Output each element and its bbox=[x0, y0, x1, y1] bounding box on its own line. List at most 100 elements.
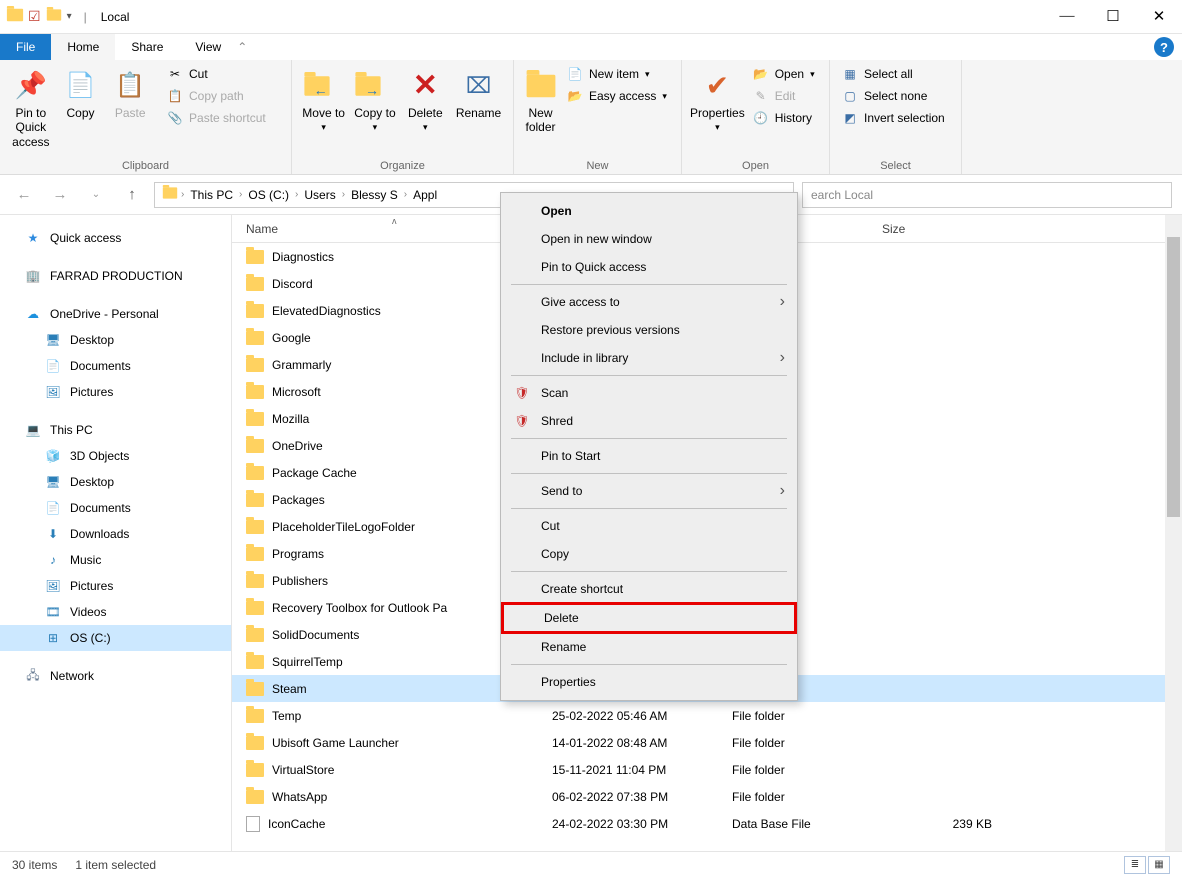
select-none-button[interactable]: ▢Select none bbox=[838, 86, 958, 106]
cm-cut[interactable]: Cut bbox=[501, 512, 797, 540]
crumb-user[interactable]: Blessy S bbox=[347, 186, 402, 204]
nav-forward-button[interactable]: → bbox=[46, 186, 74, 203]
nav-recent-dropdown[interactable]: ⌄ bbox=[82, 189, 110, 200]
nav-back-button[interactable]: ← bbox=[10, 186, 38, 203]
crumb-this-pc[interactable]: This PC bbox=[186, 186, 237, 204]
objects-icon: 🧊 bbox=[44, 449, 62, 463]
view-large-button[interactable]: ▦ bbox=[1148, 856, 1170, 874]
navigation-pane[interactable]: ★Quick access 🏢FARRAD PRODUCTION ☁OneDri… bbox=[0, 215, 232, 851]
close-button[interactable]: ✕ bbox=[1136, 0, 1182, 34]
edit-button[interactable]: ✎Edit bbox=[749, 86, 827, 106]
sidebar-item[interactable]: 🎞Videos bbox=[0, 599, 231, 625]
delete-button[interactable]: ✕ Delete▾ bbox=[403, 64, 448, 133]
new-folder-button[interactable]: New folder bbox=[522, 64, 559, 135]
maximize-button[interactable]: ☐ bbox=[1090, 0, 1136, 34]
folder-icon bbox=[246, 628, 264, 642]
sidebar-item[interactable]: 🖥Desktop bbox=[0, 327, 231, 353]
copy-button[interactable]: 📄 Copy bbox=[58, 64, 104, 120]
crumb-appdata[interactable]: Appl bbox=[409, 186, 441, 204]
tab-share[interactable]: Share bbox=[115, 34, 179, 60]
easy-access-button[interactable]: 📂Easy access ▾ bbox=[563, 86, 673, 106]
star-icon: ★ bbox=[24, 231, 42, 245]
sidebar-item[interactable]: 🖥Desktop bbox=[0, 469, 231, 495]
file-name: Recovery Toolbox for Outlook Pa bbox=[272, 601, 447, 615]
sidebar-network[interactable]: 🖧Network bbox=[0, 663, 231, 689]
folder-icon bbox=[246, 304, 264, 318]
sidebar-item[interactable]: 🖼Pictures bbox=[0, 379, 231, 405]
sidebar-item-os-c[interactable]: ⊞OS (C:) bbox=[0, 625, 231, 651]
rename-button[interactable]: ⌧ Rename bbox=[452, 64, 505, 120]
search-input[interactable]: earch Local bbox=[802, 182, 1172, 208]
sidebar-item[interactable]: 📄Documents bbox=[0, 353, 231, 379]
col-size[interactable]: Size bbox=[882, 222, 1012, 236]
cm-delete[interactable]: Delete bbox=[504, 605, 794, 631]
pin-quick-access-button[interactable]: 📌 Pin to Quick access bbox=[8, 64, 54, 149]
copy-path-button[interactable]: 📋Copy path bbox=[163, 86, 283, 106]
move-to-button[interactable]: ← Move to▾ bbox=[300, 64, 347, 133]
select-all-button[interactable]: ▦Select all bbox=[838, 64, 958, 84]
cm-copy[interactable]: Copy bbox=[501, 540, 797, 568]
cm-scan[interactable]: 🛡Scan bbox=[501, 379, 797, 407]
table-row[interactable]: VirtualStore15-11-2021 11:04 PMFile fold… bbox=[232, 756, 1182, 783]
sidebar-item[interactable]: 📄Documents bbox=[0, 495, 231, 521]
sidebar-this-pc[interactable]: 💻This PC bbox=[0, 417, 231, 443]
sidebar-item[interactable]: ⬇Downloads bbox=[0, 521, 231, 547]
qat-checkbox-icon[interactable]: ☑ bbox=[28, 8, 41, 25]
folder-icon bbox=[6, 8, 24, 25]
cm-rename[interactable]: Rename bbox=[501, 633, 797, 661]
group-label-organize: Organize bbox=[300, 158, 505, 174]
pictures-icon: 🖼 bbox=[44, 579, 62, 593]
minimize-button[interactable]: — bbox=[1044, 0, 1090, 34]
cm-pin-start[interactable]: Pin to Start bbox=[501, 442, 797, 470]
copy-to-button[interactable]: → Copy to▾ bbox=[351, 64, 398, 133]
documents-icon: 📄 bbox=[44, 359, 62, 373]
cm-open[interactable]: Open bbox=[501, 197, 797, 225]
crumb-users[interactable]: Users bbox=[300, 186, 339, 204]
table-row[interactable]: Ubisoft Game Launcher14-01-2022 08:48 AM… bbox=[232, 729, 1182, 756]
history-button[interactable]: 🕘History bbox=[749, 108, 827, 128]
qat-folder-icon[interactable] bbox=[45, 8, 63, 25]
invert-selection-button[interactable]: ◩Invert selection bbox=[838, 108, 958, 128]
help-icon[interactable]: ? bbox=[1154, 37, 1174, 57]
cm-include-library[interactable]: Include in library bbox=[501, 344, 797, 372]
new-item-button[interactable]: 📄New item ▾ bbox=[563, 64, 673, 84]
paste-shortcut-button[interactable]: 📎Paste shortcut bbox=[163, 108, 283, 128]
sidebar-item-farrad[interactable]: 🏢FARRAD PRODUCTION bbox=[0, 263, 231, 289]
folder-icon bbox=[246, 682, 264, 696]
open-button[interactable]: 📂Open ▾ bbox=[749, 64, 827, 84]
history-icon: 🕘 bbox=[753, 110, 769, 126]
qat-dropdown-icon[interactable]: ▾ bbox=[67, 11, 72, 22]
scrollbar-thumb[interactable] bbox=[1167, 237, 1180, 517]
tab-view[interactable]: View bbox=[179, 34, 237, 60]
sidebar-item[interactable]: 🖼Pictures bbox=[0, 573, 231, 599]
sidebar-quick-access[interactable]: ★Quick access bbox=[0, 225, 231, 251]
cm-send-to[interactable]: Send to bbox=[501, 477, 797, 505]
view-details-button[interactable]: ≣ bbox=[1124, 856, 1146, 874]
videos-icon: 🎞 bbox=[44, 605, 62, 619]
cm-shred[interactable]: 🛡Shred bbox=[501, 407, 797, 435]
cm-properties[interactable]: Properties bbox=[501, 668, 797, 696]
nav-up-button[interactable]: ↑ bbox=[118, 186, 146, 203]
cut-button[interactable]: ✂Cut bbox=[163, 64, 283, 84]
file-type: File folder bbox=[732, 736, 882, 750]
paste-button[interactable]: 📋 Paste bbox=[107, 64, 153, 120]
properties-button[interactable]: ✔ Properties▾ bbox=[690, 64, 745, 133]
cm-create-shortcut[interactable]: Create shortcut bbox=[501, 575, 797, 603]
collapse-ribbon-icon[interactable]: ⌃ bbox=[237, 40, 247, 54]
table-row[interactable]: Temp25-02-2022 05:46 AMFile folder bbox=[232, 702, 1182, 729]
onedrive-icon: ☁ bbox=[24, 307, 42, 321]
tab-home[interactable]: Home bbox=[51, 34, 115, 60]
sidebar-onedrive[interactable]: ☁OneDrive - Personal bbox=[0, 301, 231, 327]
vertical-scrollbar[interactable] bbox=[1165, 215, 1182, 851]
tab-file[interactable]: File bbox=[0, 34, 51, 60]
table-row[interactable]: IconCache24-02-2022 03:30 PMData Base Fi… bbox=[232, 810, 1182, 837]
cm-give-access[interactable]: Give access to bbox=[501, 288, 797, 316]
cm-pin-quick-access[interactable]: Pin to Quick access bbox=[501, 253, 797, 281]
cm-restore-versions[interactable]: Restore previous versions bbox=[501, 316, 797, 344]
table-row[interactable]: WhatsApp06-02-2022 07:38 PMFile folder bbox=[232, 783, 1182, 810]
file-type: File folder bbox=[732, 763, 882, 777]
sidebar-item[interactable]: 🧊3D Objects bbox=[0, 443, 231, 469]
sidebar-item[interactable]: ♪Music bbox=[0, 547, 231, 573]
cm-open-new-window[interactable]: Open in new window bbox=[501, 225, 797, 253]
crumb-os-c[interactable]: OS (C:) bbox=[244, 186, 293, 204]
